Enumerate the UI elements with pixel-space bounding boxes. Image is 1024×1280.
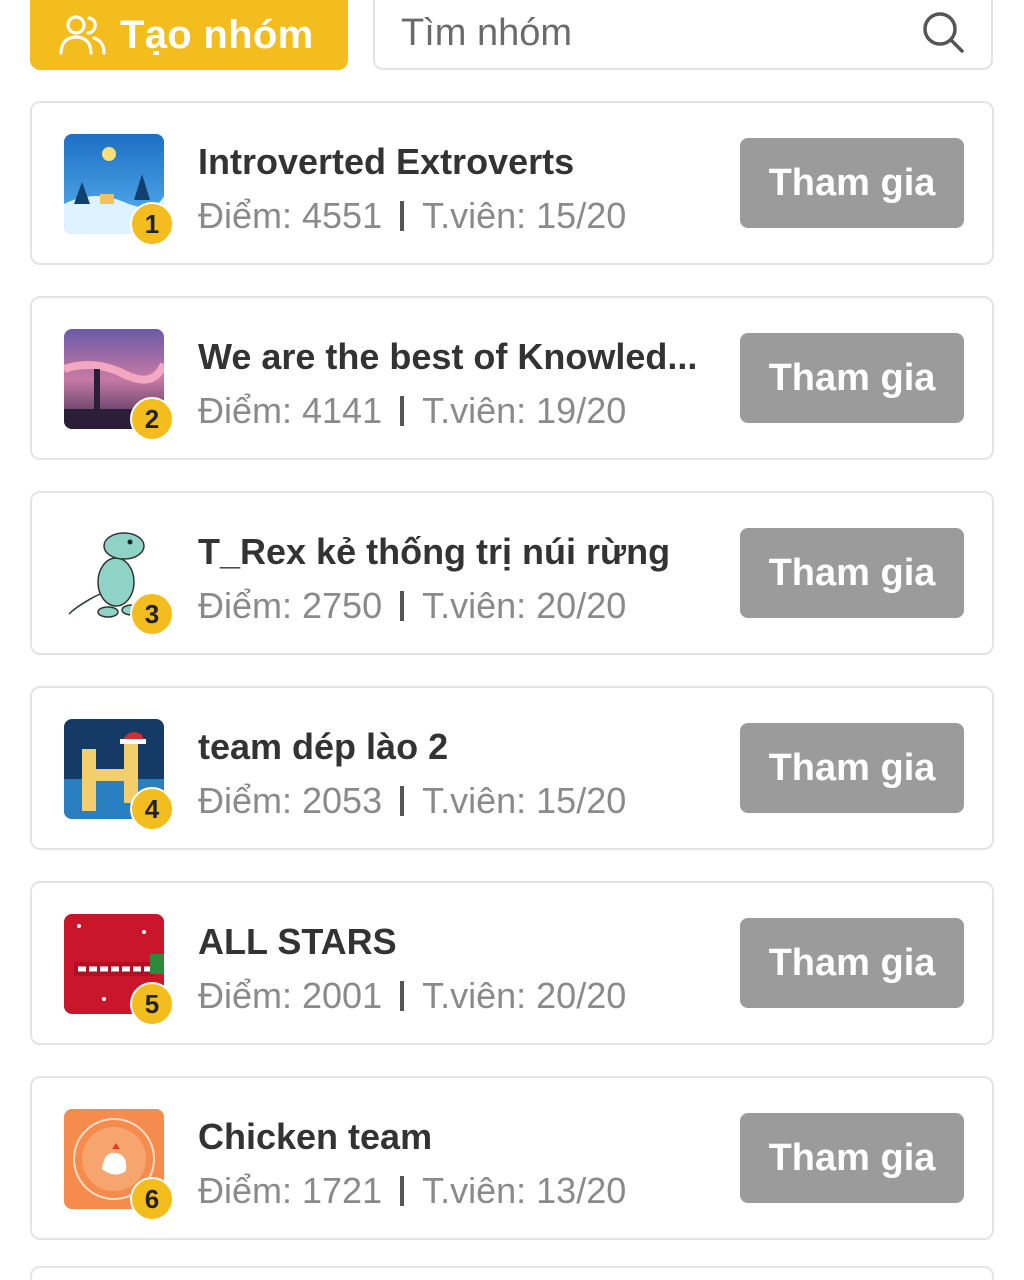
stats-divider (400, 786, 405, 816)
group-name: ALL STARS (198, 921, 397, 962)
rank-badge: 1 (130, 202, 174, 246)
stats-divider (400, 1176, 405, 1206)
group-card[interactable]: 2 We are the best of Knowled... Điểm: 41… (30, 296, 994, 460)
group-score: Điểm: 1721 (198, 1170, 383, 1211)
search-input[interactable] (399, 4, 903, 62)
rank-badge: 2 (130, 397, 174, 441)
group-card[interactable]: 3 T_Rex kẻ thống trị núi rừng Điểm: 2750… (30, 491, 994, 655)
group-stats: Điểm: 2750 T.viên: 20/20 (198, 585, 626, 627)
group-card[interactable]: 1 Introverted Extroverts Điểm: 4551 T.viê… (30, 101, 994, 265)
join-button[interactable]: Tham gia (740, 723, 964, 813)
group-name: Introverted Extroverts (198, 141, 575, 182)
group-card-partial (30, 1266, 994, 1280)
group-avatar: 3 (64, 524, 174, 636)
group-members: T.viên: 20/20 (422, 975, 627, 1016)
group-score: Điểm: 4551 (198, 195, 383, 236)
rank-badge: 4 (130, 787, 174, 831)
rank-badge: 6 (130, 1177, 174, 1221)
group-stats: Điểm: 4551 T.viên: 15/20 (198, 195, 626, 237)
group-score: Điểm: 4141 (198, 390, 383, 431)
group-card[interactable]: 5 ALL STARS Điểm: 2001 T.viên: 20/20 Tham… (30, 881, 994, 1045)
group-members: T.viên: 15/20 (422, 780, 627, 821)
join-button[interactable]: Tham gia (740, 528, 964, 618)
group-name: We are the best of Knowled... (198, 336, 698, 377)
join-button[interactable]: Tham gia (740, 333, 964, 423)
create-group-button[interactable]: Tạo nhóm (30, 0, 348, 70)
join-button[interactable]: Tham gia (740, 1113, 964, 1203)
rank-badge: 3 (130, 592, 174, 636)
group-score: Điểm: 2001 (198, 975, 383, 1016)
group-stats: Điểm: 2001 T.viên: 20/20 (198, 975, 626, 1017)
group-score: Điểm: 2750 (198, 585, 383, 626)
group-members: T.viên: 20/20 (422, 585, 627, 626)
stats-divider (400, 981, 405, 1011)
group-name: T_Rex kẻ thống trị núi rừng (198, 531, 671, 572)
users-icon (59, 15, 106, 55)
group-card[interactable]: 6 Chicken team Điểm: 1721 T.viên: 13/20 T… (30, 1076, 994, 1240)
join-button[interactable]: Tham gia (740, 918, 964, 1008)
join-button[interactable]: Tham gia (740, 138, 964, 228)
group-members: T.viên: 13/20 (422, 1170, 627, 1211)
group-stats: Điểm: 1721 T.viên: 13/20 (198, 1170, 626, 1212)
group-name: Chicken team (198, 1116, 433, 1157)
group-members: T.viên: 19/20 (422, 390, 627, 431)
group-page: Tạo nhóm Tìm nhóm 1 Introverted Extrover… (0, 0, 1024, 1280)
group-name: team dép lào 2 (198, 726, 449, 767)
rank-badge: 5 (130, 982, 174, 1026)
stats-divider (400, 396, 405, 426)
group-avatar: 2 (64, 329, 174, 441)
group-score: Điểm: 2053 (198, 780, 383, 821)
search-icon[interactable] (921, 10, 965, 54)
create-group-label: Tạo nhóm (120, 12, 314, 57)
group-members: T.viên: 15/20 (422, 195, 627, 236)
group-avatar: 5 (64, 914, 174, 1026)
stats-divider (400, 591, 405, 621)
group-card[interactable]: 4 team dép lào 2 Điểm: 2053 T.viên: 15/20… (30, 686, 994, 850)
search-box (373, 0, 993, 70)
group-avatar: 1 (64, 134, 174, 246)
group-stats: Điểm: 2053 T.viên: 15/20 (198, 780, 626, 822)
group-avatar: 6 (64, 1109, 174, 1221)
group-list: 1 Introverted Extroverts Điểm: 4551 T.viê… (30, 101, 994, 1271)
group-stats: Điểm: 4141 T.viên: 19/20 (198, 390, 626, 432)
stats-divider (400, 201, 405, 231)
group-avatar: 4 (64, 719, 174, 831)
